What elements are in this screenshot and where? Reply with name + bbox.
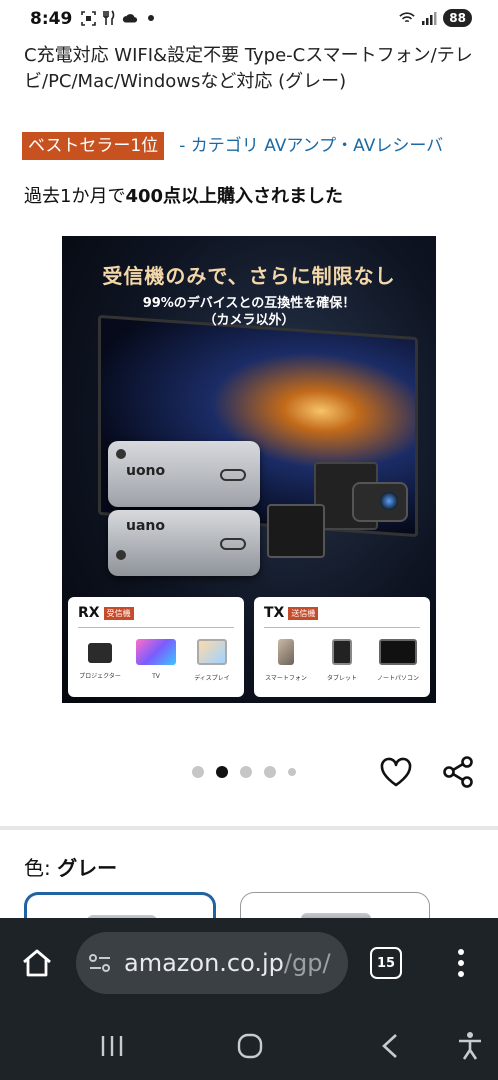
favorite-button[interactable]: [378, 754, 414, 790]
browser-toolbar: amazon.co.jp/gp/ 15: [0, 918, 498, 1008]
rx-tag: 受信機: [103, 607, 134, 620]
hero-subtitle-note: （カメラ以外）: [203, 313, 295, 328]
tx-item-smartphone: スマートフォン: [260, 639, 312, 682]
accessibility-icon: [459, 1032, 481, 1060]
product-image[interactable]: 受信機のみで、さらに制限なし 99%のデバイスとの互換性を確保！ （カメラ以外）…: [62, 236, 436, 703]
back-icon: [382, 1034, 397, 1058]
cloud-icon: [122, 10, 138, 26]
tx-title: TX: [264, 605, 285, 621]
tx-item-laptop: ノートパソコン: [372, 639, 424, 682]
home-button[interactable]: [18, 944, 56, 982]
display-icon: [197, 639, 227, 665]
recent-apps-button[interactable]: [94, 1028, 130, 1064]
address-bar[interactable]: amazon.co.jp/gp/: [76, 932, 348, 994]
more-icon: [458, 949, 464, 955]
image-carousel-indicator[interactable]: [192, 766, 296, 778]
dot-icon: [143, 10, 159, 26]
device-brand-bottom: uano: [126, 518, 165, 534]
smartphone-icon: [278, 639, 294, 665]
home-icon: [23, 949, 51, 977]
bestseller-row: ベストセラー1位 - カテゴリ AVアンプ・AVレシーバ: [22, 132, 443, 160]
tv-icon: [136, 639, 176, 665]
back-button[interactable]: [372, 1028, 408, 1064]
home-circle-icon: [237, 1033, 263, 1059]
share-button[interactable]: [440, 754, 476, 790]
transmitter-device: uano: [108, 510, 260, 576]
heart-icon: [380, 757, 412, 787]
status-time: 8:49: [30, 9, 73, 29]
tx-tag: 送信機: [288, 607, 319, 620]
home-nav-button[interactable]: [232, 1028, 268, 1064]
rx-item-tv: TV: [130, 639, 182, 682]
rx-item-display: ディスプレイ: [186, 639, 238, 682]
purchase-count-text: 400点以上購入されました: [125, 186, 344, 207]
rx-card: RX 受信機 プロジェクター TV ディスプレイ: [68, 597, 244, 697]
system-icons: 88: [399, 9, 472, 27]
device-brand-top: ouon: [126, 463, 166, 479]
section-divider: [0, 826, 498, 830]
accessibility-button[interactable]: [452, 1028, 488, 1064]
url-text[interactable]: amazon.co.jp/gp/: [124, 949, 340, 977]
tx-heading: TX 送信機: [264, 605, 319, 621]
product-title[interactable]: C充電対応 WIFI&設定不要 Type-Cスマートフォン/テレビ/PC/Mac…: [24, 43, 484, 95]
signal-icon: [421, 10, 437, 26]
url-domain: amazon.co.jp: [124, 949, 284, 977]
hero-headline: 受信機のみで、さらに制限なし: [102, 264, 396, 288]
status-bar: 8:49 88: [0, 0, 498, 40]
purchase-count: 過去1か月で400点以上購入されました: [24, 182, 343, 208]
carousel-dot[interactable]: [216, 766, 228, 778]
carousel-dot[interactable]: [240, 766, 252, 778]
rx-title: RX: [78, 605, 100, 621]
projector-illustration: [352, 482, 408, 522]
rx-item-projector: プロジェクター: [74, 639, 126, 682]
bestseller-badge[interactable]: ベストセラー1位: [22, 132, 165, 160]
utensils-icon: [101, 10, 117, 26]
tablet-icon: [332, 639, 352, 665]
site-settings-icon[interactable]: [88, 952, 112, 974]
rx-heading: RX 受信機: [78, 605, 134, 621]
carousel-dot[interactable]: [288, 768, 296, 776]
carousel-dot[interactable]: [192, 766, 204, 778]
recent-apps-icon: [101, 1036, 123, 1056]
url-path: /gp/: [283, 949, 331, 977]
system-navigation-bar: [0, 1008, 498, 1080]
category-link[interactable]: - カテゴリ AVアンプ・AVレシーバ: [179, 132, 443, 160]
share-icon: [443, 756, 473, 788]
wifi-icon: [399, 10, 415, 26]
purchase-prefix: 過去1か月で: [24, 186, 126, 207]
color-selector-label: 色: グレー: [24, 852, 117, 881]
color-value: グレー: [57, 856, 118, 880]
tab-switcher-button[interactable]: 15: [370, 947, 402, 979]
projector-icon: [88, 643, 112, 663]
color-label: 色:: [24, 856, 51, 880]
receiver-device: ouon: [108, 441, 260, 507]
tablet-illustration: [267, 504, 325, 558]
screenshot-icon: [80, 10, 96, 26]
tx-item-tablet: タブレット: [316, 639, 368, 682]
more-menu-button[interactable]: [448, 944, 474, 982]
notification-icons: [80, 10, 159, 26]
battery-icon: 88: [443, 9, 472, 27]
laptop-icon: [379, 639, 417, 665]
tx-card: TX 送信機 スマートフォン タブレット ノートパソコン: [254, 597, 430, 697]
carousel-dot[interactable]: [264, 766, 276, 778]
